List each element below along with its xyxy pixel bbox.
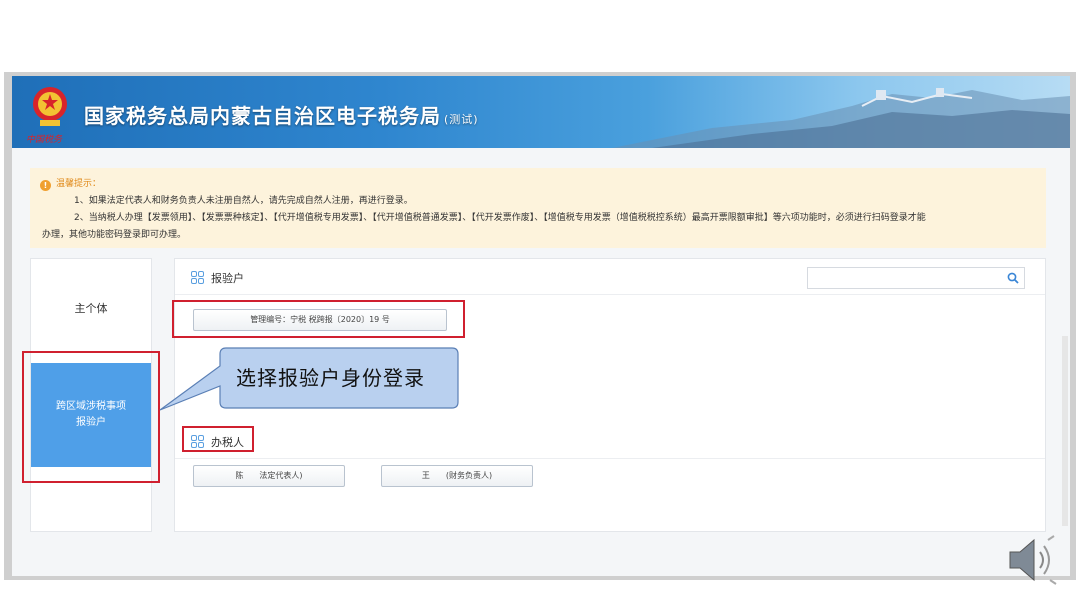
legal-rep-button[interactable]: 陈 法定代表人): [193, 465, 345, 487]
notice-line-2: 2、当纳税人办理【发票领用】、【发票票种核定】、【代开增值税专用发票】、【代开增…: [74, 213, 926, 223]
inspection-section-header: 报验户: [175, 259, 1045, 295]
page-scrollbar[interactable]: [1062, 336, 1068, 526]
browser-viewport: 中国税务 国家税务总局内蒙古自治区电子税务局 (测试) ! 温馨提示： 1、如果法…: [12, 76, 1070, 576]
search-icon[interactable]: [1007, 272, 1019, 284]
site-title: 国家税务总局内蒙古自治区电子税务局 (测试): [84, 100, 479, 129]
notice-panel: ! 温馨提示： 1、如果法定代表人和财务负责人未注册自然人，请先完成自然人注册，…: [30, 168, 1046, 248]
site-title-text: 国家税务总局内蒙古自治区电子税务局: [84, 104, 441, 128]
notice-line-3: 办理，其他功能密码登录即可办理。: [42, 230, 187, 240]
speaker-icon[interactable]: [1004, 534, 1060, 586]
national-emblem-icon: [33, 87, 67, 126]
search-input[interactable]: [807, 267, 1025, 289]
finance-head-button[interactable]: 王 (财务负责人): [381, 465, 533, 487]
site-banner: 中国税务 国家税务总局内蒙古自治区电子税务局 (测试): [12, 76, 1070, 148]
screenshot-frame: 中国税务 国家税务总局内蒙古自治区电子税务局 (测试) ! 温馨提示： 1、如果法…: [4, 72, 1076, 580]
tab-main-entity[interactable]: 主个体: [31, 259, 151, 359]
warning-icon: !: [40, 180, 51, 191]
brand-script: 中国税务: [26, 135, 63, 145]
site-title-suffix: (测试): [444, 113, 479, 126]
inspection-section-title: 报验户: [211, 272, 244, 285]
highlight-inspection-item: [172, 300, 465, 338]
highlight-cross-region-tab: [22, 351, 160, 483]
callout-text: 选择报验户身份登录: [236, 366, 425, 390]
grid-icon: [191, 271, 204, 284]
taxpayer-section-header: 办税人: [175, 423, 1045, 459]
notice-title: 温馨提示：: [56, 179, 102, 189]
highlight-taxpayer-title: [182, 426, 254, 452]
notice-line-1: 1、如果法定代表人和财务负责人未注册自然人，请先完成自然人注册，再进行登录。: [74, 196, 413, 206]
